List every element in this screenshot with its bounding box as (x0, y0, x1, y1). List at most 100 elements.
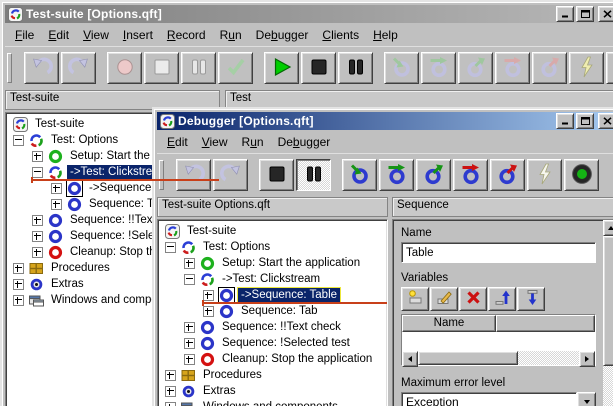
expander-plus[interactable] (165, 370, 176, 381)
tree-item[interactable]: Test: Options (160, 239, 387, 255)
variables-table-body[interactable] (402, 332, 595, 351)
name-input[interactable] (401, 242, 596, 263)
step-in-button[interactable] (384, 52, 419, 84)
expander-plus[interactable] (13, 263, 24, 274)
tree-item[interactable]: Cleanup: Stop the application (160, 351, 387, 367)
tree-item[interactable]: Windows and components (160, 399, 387, 406)
expander-plus[interactable] (32, 215, 43, 226)
undo-button[interactable] (24, 52, 59, 84)
pause-button[interactable] (181, 52, 216, 84)
edit-row-button[interactable] (430, 287, 458, 311)
step-over-button[interactable] (421, 52, 456, 84)
close-button[interactable] (598, 113, 613, 129)
tree-item[interactable]: ->Sequence: Table (160, 287, 387, 303)
expander-plus[interactable] (51, 199, 62, 210)
minimize-button[interactable] (556, 113, 574, 129)
max-error-dropdown[interactable]: Exception (401, 392, 596, 406)
tree-item[interactable]: Extras (160, 383, 387, 399)
expander-plus[interactable] (165, 386, 176, 397)
resume-button[interactable] (564, 159, 599, 191)
skip-over-button[interactable] (495, 52, 530, 84)
expander-minus[interactable] (184, 274, 195, 285)
vscrollbar-track[interactable] (603, 366, 613, 406)
menu-view[interactable]: View (195, 133, 235, 151)
menu-edit[interactable]: Edit (41, 26, 76, 44)
stop-button[interactable] (259, 159, 294, 191)
check-button[interactable] (218, 52, 253, 84)
skip-over-button[interactable] (453, 159, 488, 191)
redo-button[interactable] (213, 159, 248, 191)
tree-item[interactable]: Sequence: Tab (160, 303, 387, 319)
expander-plus[interactable] (51, 183, 62, 194)
maximize-button[interactable] (576, 113, 594, 129)
vscrollbar-thumb[interactable] (603, 236, 613, 366)
dropdown-arrow-button[interactable] (577, 392, 596, 406)
move-row-down-button[interactable] (517, 287, 545, 311)
record-button[interactable] (107, 52, 142, 84)
pause-button[interactable] (296, 159, 331, 191)
expander-plus[interactable] (184, 322, 195, 333)
tree-item[interactable]: Test-suite (160, 223, 387, 239)
menu-clients[interactable]: Clients (315, 26, 366, 44)
hscrollbar-track[interactable] (518, 351, 579, 365)
expander-plus[interactable] (203, 306, 214, 317)
tree-item[interactable]: Setup: Start the application (160, 255, 387, 271)
pause-button[interactable] (338, 52, 373, 84)
expander-plus[interactable] (32, 151, 43, 162)
tree-item[interactable]: Procedures (160, 367, 387, 383)
toolbar-handle[interactable] (159, 160, 164, 190)
lightning-button[interactable] (569, 52, 604, 84)
menu-debugger[interactable]: Debugger (249, 26, 316, 44)
expander-plus[interactable] (184, 338, 195, 349)
step-in-button[interactable] (342, 159, 377, 191)
minimize-button[interactable] (556, 6, 574, 22)
stop-button[interactable] (144, 52, 179, 84)
menu-file[interactable]: File (8, 26, 41, 44)
lightning-button[interactable] (527, 159, 562, 191)
resume-button[interactable] (606, 52, 613, 84)
stop-button[interactable] (301, 52, 336, 84)
expander-plus[interactable] (184, 354, 195, 365)
tree-item[interactable]: ->Test: Clickstream (160, 271, 387, 287)
move-row-up-button[interactable] (488, 287, 516, 311)
expander-minus[interactable] (165, 242, 176, 253)
expander-plus[interactable] (13, 279, 24, 290)
play-button[interactable] (264, 52, 299, 84)
expander-plus[interactable] (203, 290, 214, 301)
expander-minus[interactable] (13, 135, 24, 146)
scroll-up-button[interactable] (603, 220, 613, 236)
menu-insert[interactable]: Insert (116, 26, 160, 44)
redo-button[interactable] (61, 52, 96, 84)
hscrollbar-thumb[interactable] (418, 351, 518, 365)
expander-plus[interactable] (32, 231, 43, 242)
skip-out-button[interactable] (490, 159, 525, 191)
maximize-button[interactable] (576, 6, 594, 22)
scroll-right-button[interactable] (579, 351, 595, 367)
menu-view[interactable]: View (76, 26, 116, 44)
debugger-titlebar[interactable]: Debugger [Options.qft] (157, 112, 613, 130)
expander-plus[interactable] (184, 258, 195, 269)
main-titlebar[interactable]: Test-suite [Options.qft] (5, 5, 613, 23)
tree-item[interactable]: Sequence: !Selected test (160, 335, 387, 351)
step-out-button[interactable] (458, 52, 493, 84)
scroll-left-button[interactable] (402, 351, 418, 367)
tree-item[interactable]: Sequence: !!Text check (160, 319, 387, 335)
menu-record[interactable]: Record (160, 26, 213, 44)
menu-run[interactable]: Run (235, 133, 271, 151)
undo-button[interactable] (176, 159, 211, 191)
new-row-button[interactable] (401, 287, 429, 311)
toolbar-handle[interactable] (7, 53, 12, 83)
close-button[interactable] (598, 6, 613, 22)
menu-help[interactable]: Help (366, 26, 405, 44)
step-over-button[interactable] (379, 159, 414, 191)
menu-edit[interactable]: Edit (160, 133, 195, 151)
expander-plus[interactable] (165, 402, 176, 406)
expander-minus[interactable] (32, 167, 43, 178)
expander-plus[interactable] (32, 247, 43, 258)
delete-row-button[interactable] (459, 287, 487, 311)
step-out-button[interactable] (416, 159, 451, 191)
menu-debugger[interactable]: Debugger (271, 133, 338, 151)
skip-out-button[interactable] (532, 52, 567, 84)
expander-plus[interactable] (13, 295, 24, 306)
menu-run[interactable]: Run (213, 26, 249, 44)
